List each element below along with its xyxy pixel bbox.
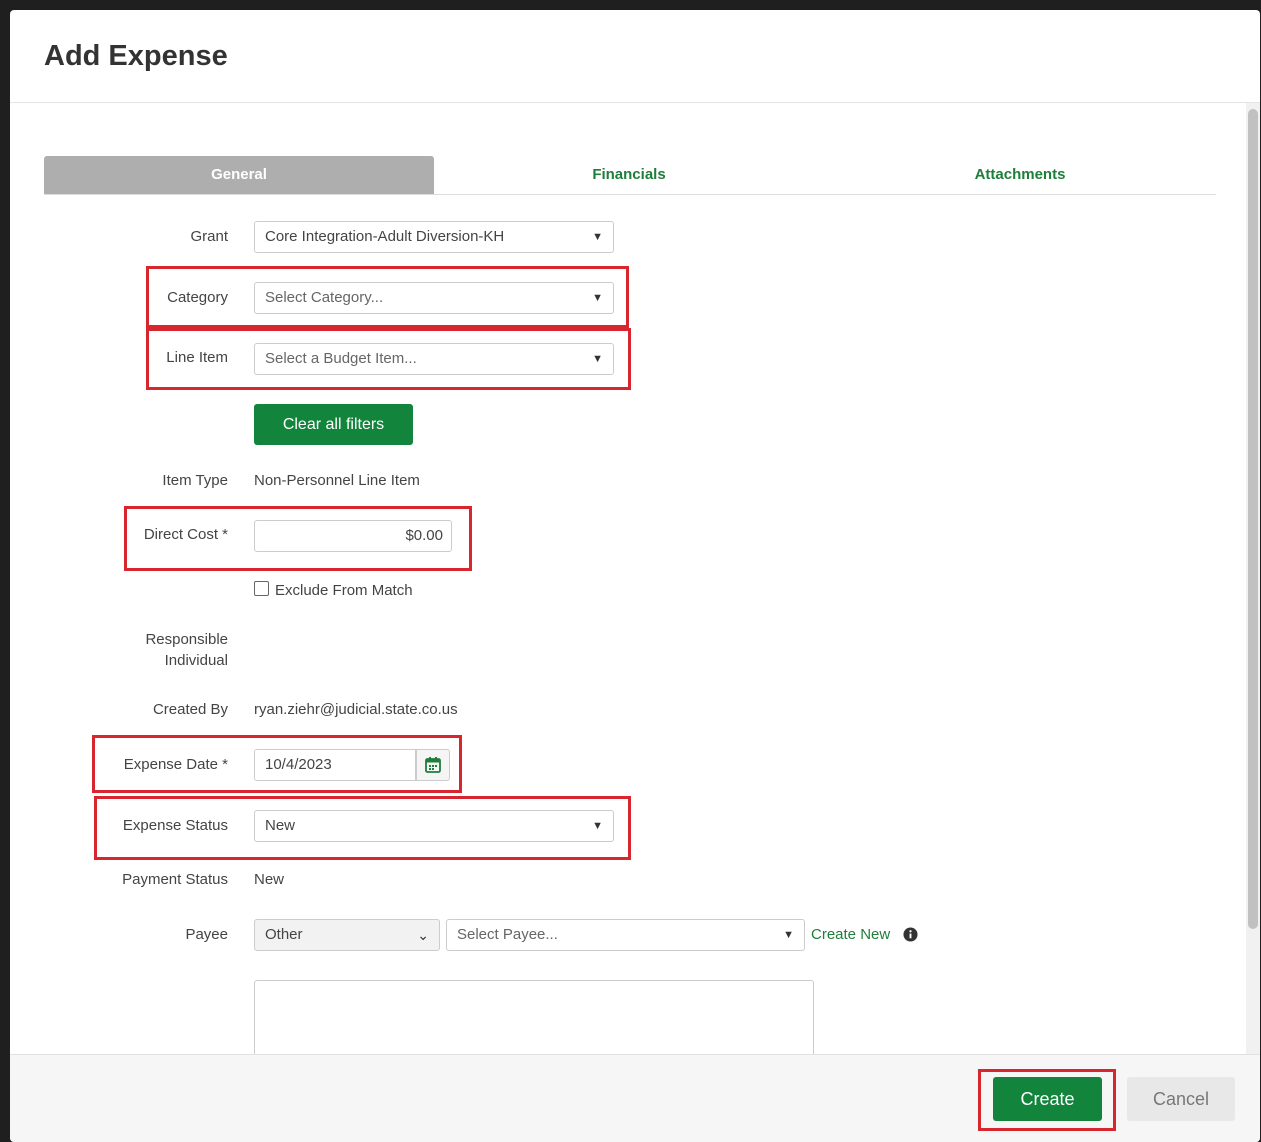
cancel-button[interactable]: Cancel <box>1127 1077 1235 1121</box>
exclude-from-match-checkbox[interactable] <box>254 581 269 596</box>
exclude-from-match-label: Exclude From Match <box>275 582 413 599</box>
category-label: Category <box>167 289 228 306</box>
payee-select[interactable]: Select Payee... ▼ <box>446 919 805 951</box>
date-picker-button[interactable] <box>416 749 450 781</box>
caret-down-icon: ▼ <box>592 353 603 365</box>
payee-type-select[interactable]: Other ⌄ <box>254 919 440 951</box>
expense-status-value: New <box>265 817 296 834</box>
payee-placeholder: Select Payee... <box>457 926 558 943</box>
payment-status-label: Payment Status <box>122 871 228 888</box>
grant-select-value: Core Integration-Adult Diversion-KH <box>265 228 505 245</box>
payee-label: Payee <box>185 926 228 943</box>
line-item-label: Line Item <box>166 349 228 366</box>
calendar-icon <box>425 757 441 773</box>
payment-status-value: New <box>254 871 285 888</box>
category-placeholder: Select Category... <box>265 289 384 306</box>
grant-select[interactable]: Core Integration-Adult Diversion-KH ▼ <box>254 221 614 253</box>
expense-date-input[interactable]: 10/4/2023 <box>254 749 416 781</box>
caret-down-icon: ▼ <box>592 820 603 832</box>
line-item-select[interactable]: Select a Budget Item... ▼ <box>254 343 614 375</box>
expense-status-select[interactable]: New ▼ <box>254 810 614 842</box>
direct-cost-input[interactable]: $0.00 <box>254 520 452 552</box>
tab-general[interactable]: General <box>44 156 434 194</box>
responsible-label-line2: Individual <box>164 652 228 669</box>
modal-header: Add Expense <box>10 10 1260 103</box>
caret-down-icon: ▼ <box>592 292 603 304</box>
add-expense-modal: Add Expense General Financials Attachmen… <box>10 10 1260 1142</box>
direct-cost-label: Direct Cost * <box>143 526 228 543</box>
modal-footer: Create Cancel <box>10 1054 1260 1142</box>
expense-status-label: Expense Status <box>122 817 228 834</box>
category-select[interactable]: Select Category... ▼ <box>254 282 614 314</box>
scrollbar-thumb[interactable] <box>1248 109 1258 929</box>
modal-title: Add Expense <box>44 40 228 72</box>
expense-date-label: Expense Date * <box>123 756 228 773</box>
caret-down-icon: ▼ <box>783 929 794 941</box>
clear-all-filters-button[interactable]: Clear all filters <box>254 404 413 445</box>
created-by-value: ryan.ziehr@judicial.state.co.us <box>254 701 458 718</box>
create-new-payee-link[interactable]: Create New <box>811 925 890 945</box>
item-type-label: Item Type <box>162 472 228 489</box>
tab-attachments[interactable]: Attachments <box>825 156 1215 194</box>
responsible-label-line1: Responsible <box>145 631 228 648</box>
scrollbar[interactable] <box>1246 103 1260 1055</box>
item-type-value: Non-Personnel Line Item <box>254 472 420 489</box>
tab-bar: General Financials Attachments <box>44 156 1216 195</box>
modal-body: General Financials Attachments Grant Cor… <box>10 103 1260 1055</box>
chevron-down-icon: ⌄ <box>417 927 429 943</box>
grant-label: Grant <box>190 228 228 245</box>
notes-textarea[interactable] <box>254 980 814 1055</box>
line-item-placeholder: Select a Budget Item... <box>265 350 417 367</box>
created-by-label: Created By <box>152 701 228 718</box>
payee-type-value: Other <box>265 926 303 943</box>
caret-down-icon: ▼ <box>592 231 603 243</box>
create-button[interactable]: Create <box>993 1077 1102 1121</box>
info-icon[interactable] <box>903 927 918 942</box>
tab-financials[interactable]: Financials <box>434 156 824 194</box>
